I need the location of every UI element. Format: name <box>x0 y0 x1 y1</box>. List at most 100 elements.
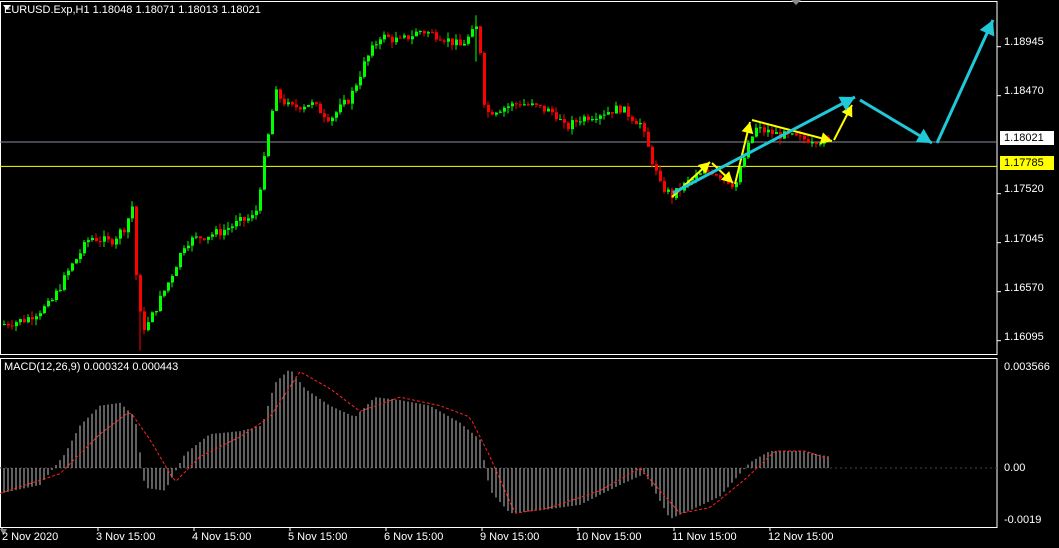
bull-candle <box>251 215 254 219</box>
bull-candle <box>403 35 406 38</box>
bull-candle <box>339 104 342 113</box>
bear-candle <box>291 102 294 105</box>
bull-candle <box>383 34 386 40</box>
bull-candle <box>79 253 82 260</box>
bear-candle <box>527 104 530 106</box>
price-panel-border <box>0 1 998 355</box>
time-label: 3 Nov 15:00 <box>96 531 156 543</box>
bear-candle <box>771 129 774 135</box>
bull-candle <box>83 242 86 254</box>
bull-candle <box>47 300 50 307</box>
bull-candle <box>263 156 266 190</box>
bear-candle <box>483 52 486 105</box>
bull-candle <box>87 240 90 243</box>
bull-candle <box>191 237 194 246</box>
bear-candle <box>7 323 10 326</box>
bear-candle <box>323 113 326 118</box>
bull-candle <box>471 29 474 37</box>
macd-tick: 0.00 <box>1004 462 1026 474</box>
yellow-wave-arrow-head <box>741 122 754 135</box>
time-label: 5 Nov 15:00 <box>288 531 348 543</box>
bear-candle <box>407 35 410 40</box>
bull-candle <box>331 117 334 122</box>
bull-candle <box>511 103 514 107</box>
time-label: 2 Nov 2020 <box>2 531 59 543</box>
bull-candle <box>179 253 182 268</box>
bull-candle <box>75 259 78 264</box>
price-tick: 1.18470 <box>1004 85 1044 97</box>
bull-candle <box>571 120 574 130</box>
bear-candle <box>23 319 26 323</box>
bull-candle <box>591 119 594 121</box>
bear-candle <box>539 104 542 106</box>
bull-candle <box>447 38 450 42</box>
bear-candle <box>631 116 634 121</box>
cyan-forecast-arrow <box>672 95 856 195</box>
bull-candle <box>27 317 30 323</box>
bull-candle <box>227 228 230 230</box>
level-price-tag: 1.17785 <box>1000 156 1054 170</box>
bull-candle <box>791 133 794 135</box>
bull-candle <box>419 31 422 33</box>
bear-candle <box>283 98 286 105</box>
bull-candle <box>115 238 118 245</box>
bear-candle <box>795 133 798 136</box>
bear-candle <box>519 104 522 106</box>
bear-candle <box>763 127 766 133</box>
bear-candle <box>555 112 558 120</box>
bull-candle <box>55 290 58 301</box>
bear-candle <box>279 89 282 99</box>
bear-candle <box>647 131 650 147</box>
bear-candle <box>587 116 590 121</box>
bear-candle <box>431 32 434 34</box>
bear-candle <box>107 236 110 240</box>
bull-candle <box>19 319 22 323</box>
bull-candle <box>599 115 602 119</box>
bull-candle <box>71 263 74 271</box>
macd-tick: -0.0019 <box>1004 514 1042 526</box>
time-label: 4 Nov 15:00 <box>192 531 252 543</box>
bear-candle <box>563 119 566 123</box>
bear-candle <box>619 105 622 113</box>
bull-candle <box>267 134 270 157</box>
bull-candle <box>231 226 234 229</box>
bull-candle <box>503 107 506 112</box>
bull-candle <box>147 322 150 331</box>
bull-candle <box>119 229 122 239</box>
bear-candle <box>219 229 222 236</box>
bear-candle <box>111 239 114 245</box>
bull-candle <box>163 290 166 296</box>
bull-candle <box>531 103 534 105</box>
bull-candle <box>375 44 378 46</box>
bull-candle <box>371 45 374 56</box>
trading-chart[interactable] <box>0 0 1059 548</box>
bull-candle <box>259 189 262 211</box>
bull-candle <box>183 248 186 254</box>
bear-candle <box>435 32 438 40</box>
bear-candle <box>715 174 718 176</box>
bull-candle <box>367 55 370 62</box>
bear-candle <box>11 325 14 327</box>
bear-candle <box>347 99 350 104</box>
bear-candle <box>443 40 446 42</box>
bull-candle <box>247 218 250 221</box>
bear-candle <box>487 104 490 112</box>
bear-candle <box>143 311 146 331</box>
bear-candle <box>391 36 394 43</box>
bear-candle <box>295 104 298 108</box>
bull-candle <box>355 85 358 91</box>
bear-candle <box>123 229 126 233</box>
macd-panel-border <box>0 358 998 528</box>
bull-candle <box>595 118 598 120</box>
bull-candle <box>583 116 586 122</box>
bull-candle <box>699 173 702 175</box>
macd-title: MACD(12,26,9) 0.000324 0.000443 <box>4 361 179 373</box>
bull-candle <box>159 295 162 312</box>
bull-candle <box>187 245 190 249</box>
bear-candle <box>451 38 454 46</box>
bull-candle <box>463 43 466 46</box>
bear-candle <box>139 275 142 312</box>
bull-candle <box>455 39 458 46</box>
bull-candle <box>303 106 306 110</box>
bull-candle <box>499 111 502 113</box>
